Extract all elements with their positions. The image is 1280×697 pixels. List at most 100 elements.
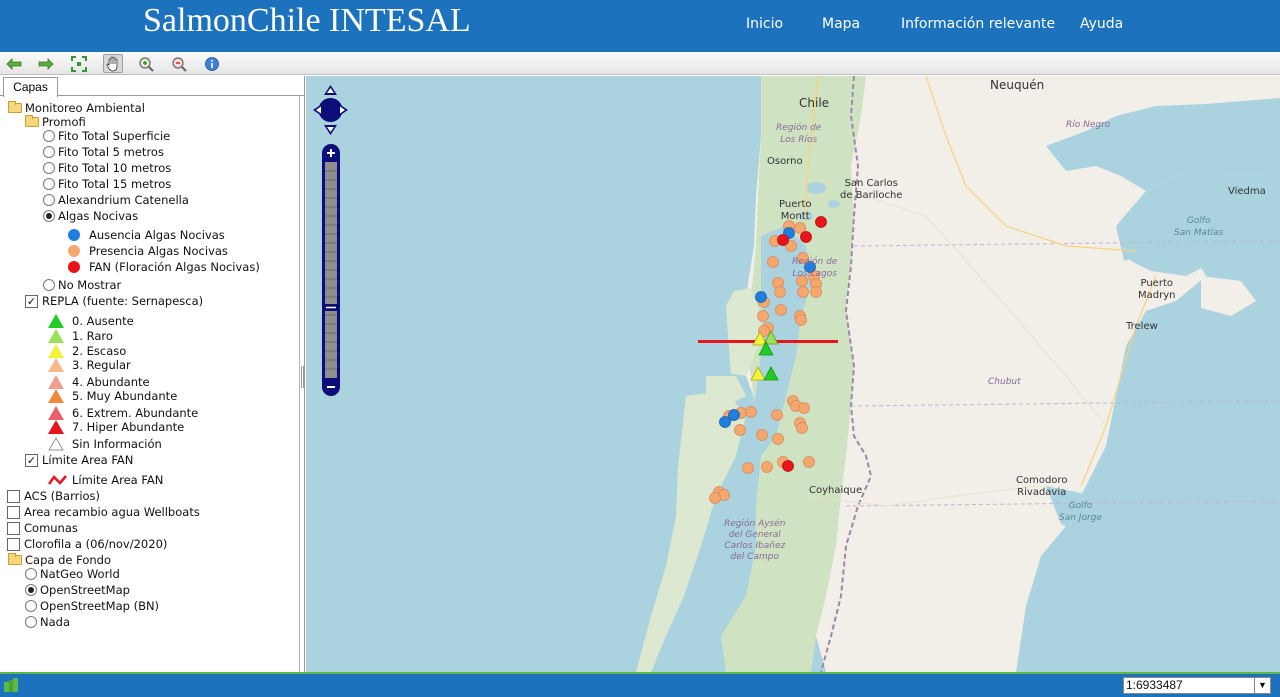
orange-marker [798,402,810,414]
layer-fito-superficie[interactable]: Fito Total Superficie [43,128,170,144]
triangle-icon [48,358,64,372]
zoom-in-icon[interactable] [136,54,156,73]
layer-label: ACS (Barrios) [24,489,101,503]
layer-label: Fito Total Superficie [58,129,171,143]
tab-capas[interactable]: Capas [3,77,58,97]
layer-label: Comunas [24,521,78,535]
map-canvas[interactable]: Chile Neuquén Región de Los Ríos Río Neg… [306,76,1280,672]
triangle-icon [48,406,64,420]
triangle-icon [48,375,64,389]
nav-inicio[interactable]: Inicio [746,16,783,32]
layer-label: Alexandrium Catenella [58,193,189,207]
app-header: SalmonChile INTESAL Inicio Mapa Informac… [0,0,1280,52]
basemap-nada[interactable]: Nada [25,614,70,630]
scale-value: 1:6933487 [1126,678,1183,692]
orange-marker [772,433,784,445]
radio-button[interactable] [43,130,55,142]
layer-wellboats[interactable]: Area recambio agua Wellboats [7,504,200,520]
blue-marker [755,291,767,303]
legend-fan: FAN (Floración Algas Nocivas) [68,259,260,275]
yellow-triangle-marker [750,366,766,381]
checkbox[interactable] [7,489,20,503]
checkbox-checked[interactable]: ✓ [25,294,38,308]
panel-splitter-handle[interactable] [301,366,304,388]
radio-button[interactable] [43,279,55,291]
radio-button[interactable] [43,146,55,158]
orange-marker [757,310,769,322]
orange-dot-icon [68,245,80,257]
nav-informacion[interactable]: Información relevante [901,16,1055,32]
legend-label: 4. Abundante [72,375,150,389]
layer-algas-nocivas[interactable]: Algas Nocivas [43,208,138,224]
map-toolbar [0,52,1280,75]
label-golfo-san-jorge: Golfo San Jorge [1059,501,1102,523]
radio-button[interactable] [43,178,55,190]
app-logo[interactable]: SalmonChile INTESAL [143,2,471,40]
radio-button[interactable] [25,568,37,580]
radio-button[interactable] [25,616,37,628]
zoom-out-icon[interactable] [169,54,189,73]
checkbox[interactable] [7,521,20,535]
checkbox[interactable] [7,505,20,519]
chevron-down-icon[interactable]: ▼ [1254,678,1270,693]
layer-repla[interactable]: ✓ REPLA (fuente: Sernapesca) [25,293,203,309]
triangle-icon [48,389,64,403]
red-dot-icon [68,261,80,273]
layer-label: Fito Total 5 metros [58,145,164,159]
radio-button[interactable] [25,600,37,612]
radio-button-selected[interactable] [43,210,55,222]
basemap-osm-bn[interactable]: OpenStreetMap (BN) [25,598,159,614]
label-puerto-montt: Puerto Montt [779,199,812,222]
layer-acs[interactable]: ACS (Barrios) [7,488,100,504]
checkbox[interactable] [7,537,20,551]
radio-button-selected[interactable] [25,584,37,596]
scale-select[interactable]: 1:6933487 ▼ [1123,677,1271,694]
layer-clorofila[interactable]: Clorofila a (06/nov/2020) [7,536,167,552]
basemap-osm[interactable]: OpenStreetMap [25,582,130,598]
orange-marker [797,286,809,298]
repla-markers [750,330,779,381]
layer-alexandrium[interactable]: Alexandrium Catenella [43,192,189,208]
legend-label: FAN (Floración Algas Nocivas) [89,260,260,274]
layer-label: NatGeo World [40,567,120,581]
label-neuquen: Neuquén [990,78,1045,92]
back-arrow-icon[interactable] [4,54,24,73]
grid-map-icon[interactable] [4,678,18,692]
red-marker [800,231,812,243]
label-region-aysen: Región Aysén del General Carlos Ibañez d… [724,519,786,562]
layers-panel: Capas Monitoreo Ambiental Promofi Fito T… [0,76,305,672]
legend-label: 0. Ausente [72,314,134,328]
zoom-slider[interactable] [322,144,340,396]
legend-repla-7: 7. Hiper Abundante [48,419,184,435]
pan-hand-icon[interactable] [103,54,123,73]
nav-mapa[interactable]: Mapa [822,16,860,32]
layer-fito-5[interactable]: Fito Total 5 metros [43,144,164,160]
layer-limite-fan[interactable]: ✓ Límite Area FAN [25,452,133,468]
red-marker [815,216,827,228]
legend-label: 1. Raro [72,329,113,343]
layer-label: Clorofila a (06/nov/2020) [24,537,168,551]
info-icon[interactable] [202,54,222,73]
legend-repla-5: 5. Muy Abundante [48,388,177,404]
label-chile: Chile [799,96,830,110]
layer-no-mostrar[interactable]: No Mostrar [43,277,121,293]
layer-comunas[interactable]: Comunas [7,520,78,536]
radio-button[interactable] [43,162,55,174]
legend-repla-sin-info: Sin Información [48,436,162,452]
orange-marker [774,286,786,298]
forward-arrow-icon[interactable] [36,54,56,73]
layer-label: No Mostrar [58,278,122,292]
label-coyhaique: Coyhaique [809,485,863,496]
legend-presencia: Presencia Algas Nocivas [68,243,228,259]
layer-fito-10[interactable]: Fito Total 10 metros [43,160,171,176]
zoom-extent-icon[interactable] [69,54,89,73]
pan-control[interactable] [312,84,349,138]
orange-marker [810,286,822,298]
layer-fito-15[interactable]: Fito Total 15 metros [43,176,171,192]
nav-ayuda[interactable]: Ayuda [1080,16,1123,32]
basemap-natgeo[interactable]: NatGeo World [25,566,120,582]
radio-button[interactable] [43,194,55,206]
checkbox-checked[interactable]: ✓ [25,453,38,467]
label-chubut: Chubut [988,377,1021,387]
legend-label: 2. Escaso [72,344,127,358]
